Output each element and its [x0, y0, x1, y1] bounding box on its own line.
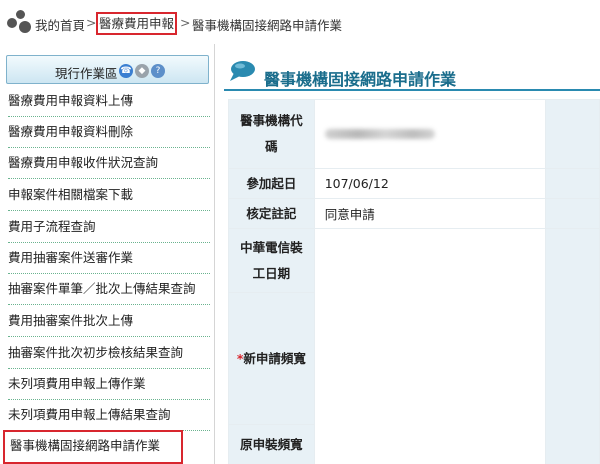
form-cell: [545, 198, 600, 229]
sidebar-item-claim-upload[interactable]: 醫療費用申報資料上傳: [8, 86, 210, 117]
orig-bandwidth-label: 原申裝頻寬: [228, 424, 315, 464]
phone-icon[interactable]: ☎: [119, 64, 133, 78]
join-date-value: 107/06/12: [313, 168, 547, 199]
form-row-install-date: 中華電信裝 工日期: [228, 228, 600, 464]
sidebar-item-unlisted-upload[interactable]: 未列項費用申報上傳作業: [8, 369, 210, 400]
sidebar-item-receipt-status[interactable]: 醫療費用申報收件狀況查詢: [8, 148, 210, 179]
speech-bubble-icon: [230, 61, 255, 81]
breadcrumb-separator: >: [86, 15, 97, 30]
form-cell: [545, 228, 600, 464]
form-row-approval: 核定註記 同意申請: [228, 198, 600, 229]
page-title: 醫事機構固接網路申請作業: [264, 70, 457, 89]
sidebar-item-unlisted-result[interactable]: 未列項費用申報上傳結果查詢: [8, 400, 210, 431]
new-bandwidth-label: *新申請頻寬: [228, 292, 315, 425]
form-row-org-code: 醫事機構代 碼: [228, 99, 600, 169]
breadcrumb-separator: >: [180, 15, 191, 30]
title-divider: [224, 89, 600, 91]
sidebar-item-audit-batch-upload[interactable]: 費用抽審案件批次上傳: [8, 306, 210, 337]
breadcrumb-section-link[interactable]: 醫療費用申報: [96, 12, 177, 35]
main-panel: 醫事機構固接網路申請作業 醫事機構代 碼 參加起日 107/06/12 核定註記…: [216, 44, 600, 464]
application-form: 醫事機構代 碼 參加起日 107/06/12 核定註記 同意申請 中華電信裝 工…: [228, 99, 600, 464]
org-code-label: 醫事機構代 碼: [228, 99, 315, 169]
sidebar-item-audit-initial-check[interactable]: 抽審案件批次初步檢核結果查詢: [8, 338, 210, 369]
form-row-join-date: 參加起日 107/06/12: [228, 168, 600, 199]
home-logo-icon: [7, 10, 33, 34]
form-value-area: [313, 228, 547, 464]
sidebar-item-audit-upload-result[interactable]: 抽審案件單筆／批次上傳結果查詢: [8, 274, 210, 305]
sidebar-header-title: 現行作業區: [55, 66, 118, 81]
form-cell: [545, 99, 600, 169]
sidebar-item-file-download[interactable]: 申報案件相關檔案下載: [8, 180, 210, 211]
sidebar-header: 現行作業區 ☎ ◆ ?: [6, 55, 209, 84]
breadcrumb-home-link[interactable]: 我的首頁: [35, 15, 85, 34]
breadcrumb-current: 醫事機構固接網路申請作業: [192, 18, 343, 33]
breadcrumb: 我的首頁 > 醫療費用申報 > 醫事機構固接網路申請作業: [0, 0, 600, 44]
form-cell: [545, 168, 600, 199]
tag-icon[interactable]: ◆: [135, 64, 149, 78]
install-date-label: 中華電信裝 工日期: [228, 228, 315, 293]
sidebar-item-fixed-network[interactable]: 醫事機構固接網路申請作業: [3, 430, 183, 464]
org-code-value: [313, 99, 547, 169]
sidebar-item-audit-submit[interactable]: 費用抽審案件送審作業: [8, 243, 210, 274]
help-icon[interactable]: ?: [151, 64, 165, 78]
approval-label: 核定註記: [228, 198, 315, 229]
redacted-code: [324, 128, 435, 139]
sidebar-item-claim-delete[interactable]: 醫療費用申報資料刪除: [8, 117, 210, 148]
join-date-label: 參加起日: [228, 168, 315, 199]
approval-value: 同意申請: [313, 198, 547, 229]
sidebar: 現行作業區 ☎ ◆ ? 醫療費用申報資料上傳 醫療費用申報資料刪除 醫療費用申報…: [0, 44, 215, 464]
sidebar-item-subflow-query[interactable]: 費用子流程查詢: [8, 212, 210, 243]
